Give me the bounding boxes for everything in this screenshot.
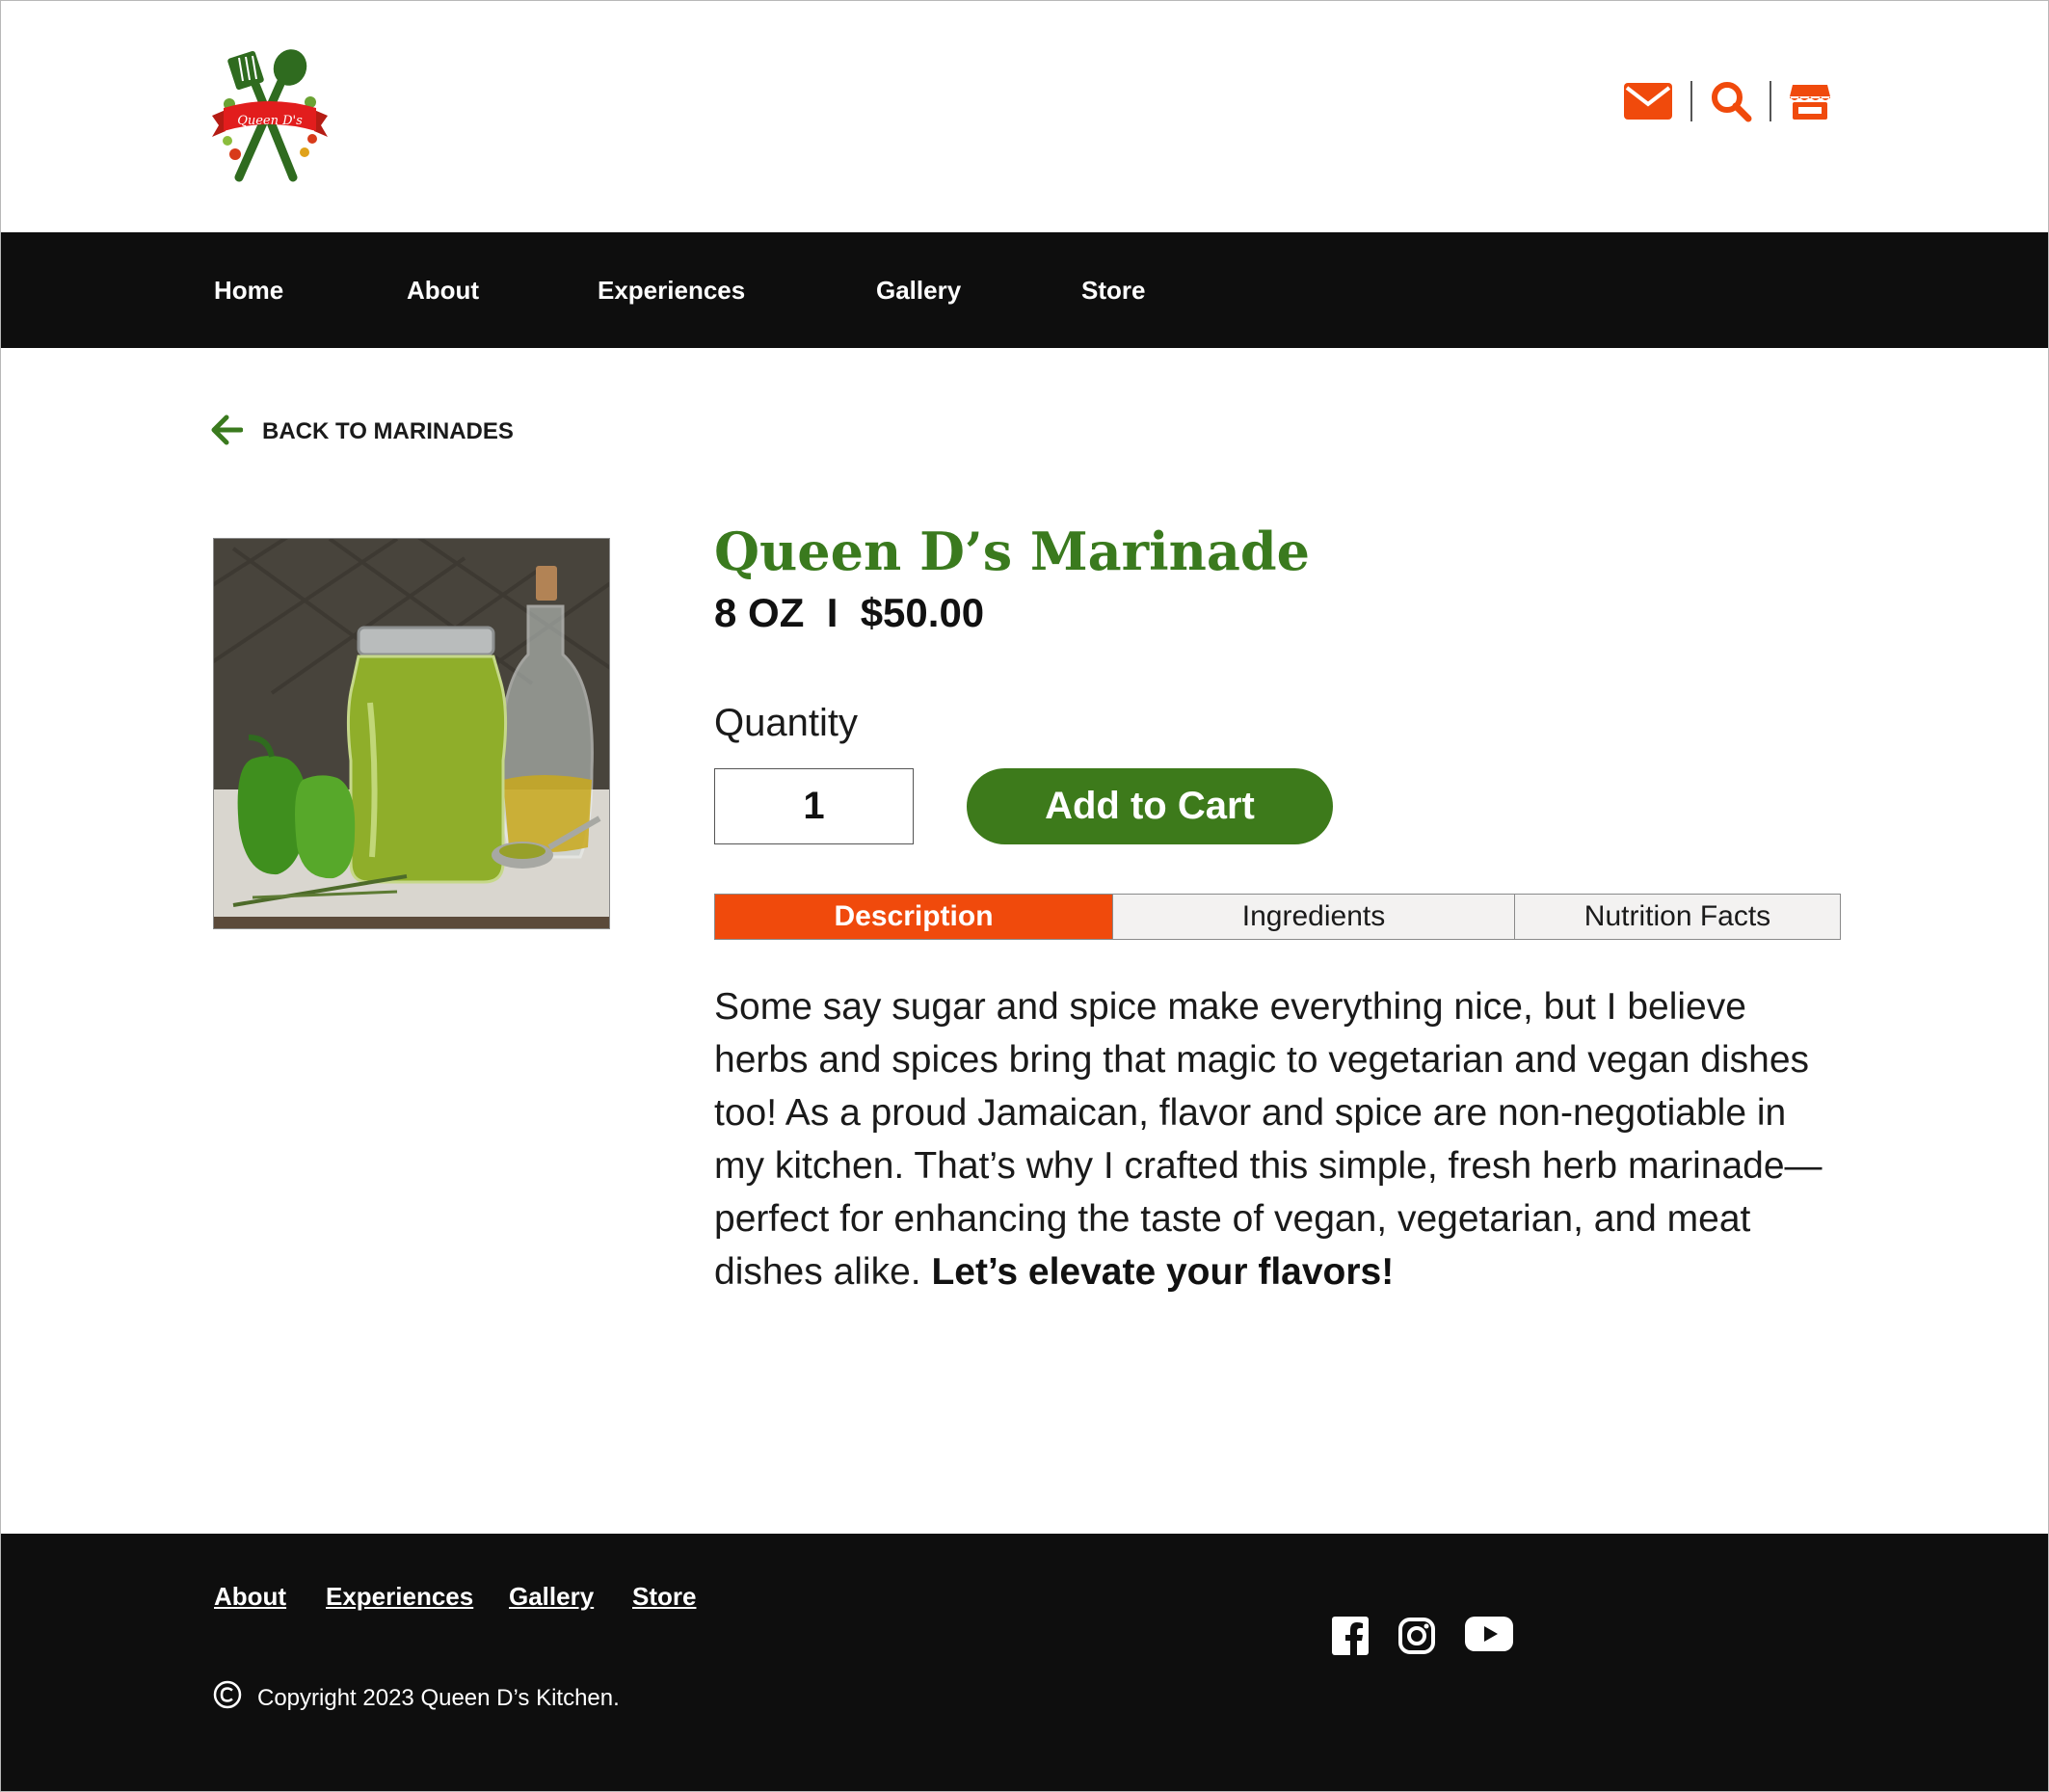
mail-icon[interactable] — [1623, 81, 1673, 121]
description-text: Some say sugar and spice make everything… — [714, 986, 1823, 1293]
arrow-left-icon — [210, 415, 244, 450]
tab-nutrition-facts[interactable]: Nutrition Facts — [1514, 895, 1840, 939]
facebook-icon[interactable] — [1332, 1617, 1369, 1655]
quantity-label: Quantity — [714, 702, 858, 744]
copyright-text: Copyright 2023 Queen D’s Kitchen. — [257, 1684, 620, 1711]
nav-item-home[interactable]: Home — [214, 232, 283, 348]
product-image — [213, 538, 610, 929]
header-icon-group — [1623, 77, 1831, 125]
youtube-icon[interactable] — [1465, 1617, 1513, 1651]
copyright: Copyright 2023 Queen D’s Kitchen. — [213, 1680, 620, 1716]
quantity-input[interactable] — [714, 768, 914, 844]
product-description: Some say sugar and spice make everything… — [714, 980, 1823, 1298]
product-tabs: Description Ingredients Nutrition Facts — [714, 894, 1841, 940]
main-nav: Home About Experiences Gallery Store — [0, 232, 2049, 348]
tab-ingredients[interactable]: Ingredients — [1112, 895, 1514, 939]
instagram-icon[interactable] — [1397, 1617, 1436, 1655]
footer-link-store[interactable]: Store — [632, 1582, 696, 1612]
footer-link-experiences[interactable]: Experiences — [326, 1582, 473, 1612]
header-divider — [1770, 81, 1771, 121]
nav-item-experiences[interactable]: Experiences — [598, 232, 745, 348]
site-logo[interactable]: Queen D's — [210, 48, 330, 191]
nav-item-gallery[interactable]: Gallery — [876, 232, 961, 348]
footer-link-about[interactable]: About — [214, 1582, 286, 1612]
back-to-marinades-link[interactable]: BACK TO MARINADES — [210, 413, 514, 451]
search-icon[interactable] — [1710, 80, 1752, 122]
nav-item-store[interactable]: Store — [1081, 232, 1145, 348]
tab-description[interactable]: Description — [715, 895, 1112, 939]
description-emphasis: Let’s elevate your flavors! — [931, 1251, 1395, 1293]
product-title: Queen D’s Marinade — [714, 521, 1310, 582]
site-header: Queen D's — [0, 0, 2049, 232]
store-icon[interactable] — [1789, 81, 1831, 121]
header-divider — [1690, 81, 1692, 121]
back-link-label: BACK TO MARINADES — [262, 418, 514, 444]
product-size-price: 8 OZ I $50.00 — [714, 590, 985, 635]
site-footer: About Experiences Gallery Store Copyrigh… — [0, 1534, 2049, 1792]
nav-item-about[interactable]: About — [407, 232, 479, 348]
copyright-icon — [213, 1680, 242, 1716]
footer-link-gallery[interactable]: Gallery — [509, 1582, 594, 1612]
add-to-cart-button[interactable]: Add to Cart — [967, 768, 1333, 844]
svg-text:Queen D's: Queen D's — [237, 114, 303, 128]
